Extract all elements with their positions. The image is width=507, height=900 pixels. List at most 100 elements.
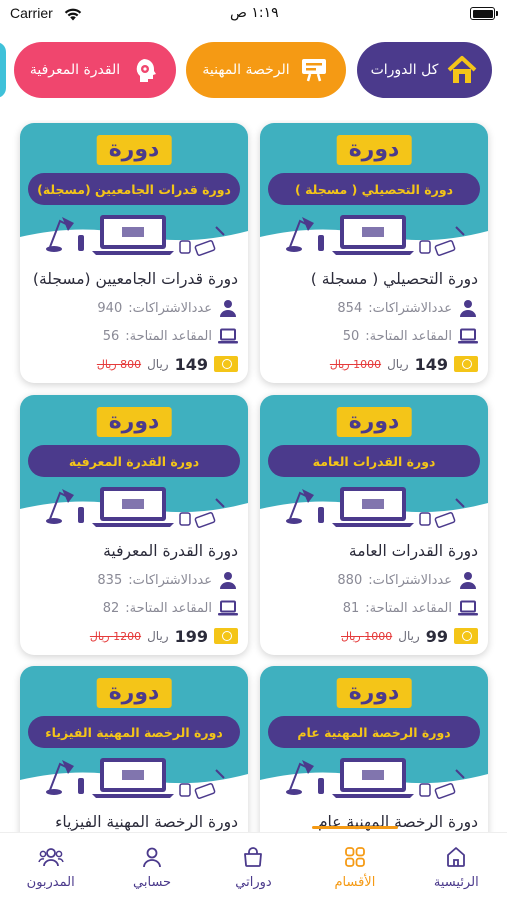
seats-label: المقاعد المتاحة:: [365, 328, 452, 344]
course-badge: دورة: [96, 135, 172, 165]
seats-count: 82: [102, 600, 120, 616]
tab-label: المدربون: [26, 875, 75, 890]
price-original: 1200 ريال: [89, 629, 142, 643]
subscriptions-row: عددالاشتراكات: 880: [270, 568, 478, 592]
bottom-tab-bar: الرئيسية الأقسام دوراتي حسابي المدربون: [0, 826, 507, 900]
seats-label: المقاعد المتاحة:: [125, 328, 212, 344]
laptop-icon: [218, 598, 238, 618]
user-icon: [218, 298, 238, 318]
user-icon: [218, 570, 238, 590]
user-icon: [458, 298, 478, 318]
tab-my-courses[interactable]: دوراتي: [203, 833, 304, 900]
money-icon: [454, 356, 478, 372]
course-badge: دورة: [336, 407, 412, 437]
course-banner: دورة دورة القدرات العامة: [260, 395, 488, 535]
category-professional-license[interactable]: الرخصة المهنية: [186, 42, 346, 98]
category-label: الرخصة المهنية: [202, 62, 290, 78]
price-row: 199 ريال 1200 ريال: [30, 624, 238, 648]
course-card[interactable]: دورة دورة القدرة المعرفية دورة القدرة ال…: [20, 395, 248, 655]
desk-laptop-illustration: [286, 215, 465, 256]
banner-course-title: دورة القدرات العامة: [268, 445, 480, 477]
tab-label: الأقسام: [334, 875, 376, 890]
course-card[interactable]: دورة دورة القدرات العامة دورة القدرات ال…: [260, 395, 488, 655]
subscriptions-count: 880: [337, 572, 363, 588]
subscriptions-label: عددالاشتراكات:: [128, 300, 212, 316]
subscriptions-label: عددالاشتراكات:: [128, 572, 212, 588]
seats-count: 56: [102, 328, 120, 344]
seats-row: المقاعد المتاحة: 50: [270, 324, 478, 348]
laptop-icon: [458, 598, 478, 618]
category-label: كل الدورات: [370, 62, 439, 78]
bag-icon: [240, 845, 266, 869]
course-title: دورة التحصيلي ( مسجلة ): [310, 270, 478, 288]
course-title: دورة القدرة المعرفية: [103, 542, 238, 560]
course-badge: دورة: [336, 678, 412, 708]
subscriptions-count: 835: [97, 572, 123, 588]
tab-home[interactable]: الرئيسية: [406, 833, 507, 900]
banner-course-title: دورة التحصيلي ( مسجلة ): [268, 173, 480, 205]
price-row: 149 ريال 1000 ريال: [270, 352, 478, 376]
price-original: 1000 ريال: [329, 357, 382, 371]
subscriptions-label: عددالاشتراكات:: [368, 572, 452, 588]
desk-laptop-illustration: [46, 758, 225, 799]
course-title: دورة القدرات العامة: [348, 542, 478, 560]
tab-label: دوراتي: [235, 875, 272, 890]
category-cognitive-ability[interactable]: القدرة المعرفية: [14, 42, 176, 98]
course-title: دورة قدرات الجامعيين (مسجلة): [32, 270, 238, 288]
tab-trainers[interactable]: المدربون: [0, 833, 101, 900]
price-current: 199: [174, 626, 208, 646]
tab-account[interactable]: حسابي: [101, 833, 202, 900]
seats-row: المقاعد المتاحة: 81: [270, 596, 478, 620]
home-icon: [443, 845, 469, 869]
course-grid: دورة دورة التحصيلي ( مسجلة ) دورة التحصي…: [0, 120, 507, 832]
clock: ١:١٩ ص: [230, 5, 279, 21]
course-card[interactable]: دورة دورة قدرات الجامعيين (مسجلة) دورة ق…: [20, 123, 248, 383]
category-all-courses[interactable]: كل الدورات: [357, 42, 492, 98]
grid-icon: [342, 845, 368, 869]
seats-count: 50: [342, 328, 360, 344]
wifi-icon: [64, 6, 82, 25]
desk-laptop-illustration: [46, 487, 225, 528]
course-banner: دورة دورة الرخصة المهنية عام: [260, 666, 488, 806]
tab-label: الرئيسية: [433, 875, 479, 890]
category-filter-bar: كل الدورات الرخصة المهنية القدرة المعرفي…: [0, 42, 507, 98]
currency-label: ريال: [147, 357, 169, 371]
subscriptions-count: 940: [97, 300, 123, 316]
banner-course-title: دورة الرخصة المهنية الفيزياء: [28, 716, 240, 748]
subscriptions-row: عددالاشتراكات: 940: [30, 296, 238, 320]
course-badge: دورة: [96, 678, 172, 708]
subscriptions-row: عددالاشتراكات: 835: [30, 568, 238, 592]
subscriptions-label: عددالاشتراكات:: [368, 300, 452, 316]
user-icon: [458, 570, 478, 590]
laptop-icon: [218, 326, 238, 346]
course-card[interactable]: دورة دورة الرخصة المهنية عام دورة الرخصة…: [260, 666, 488, 832]
price-current: 149: [174, 354, 208, 374]
currency-label: ريال: [387, 357, 409, 371]
course-banner: دورة دورة القدرة المعرفية: [20, 395, 248, 535]
banner-course-title: دورة القدرة المعرفية: [28, 445, 240, 477]
laptop-icon: [458, 326, 478, 346]
tab-categories[interactable]: الأقسام: [304, 826, 405, 900]
seats-count: 81: [342, 600, 360, 616]
course-banner: دورة دورة الرخصة المهنية الفيزياء: [20, 666, 248, 806]
category-label: القدرة المعرفية: [29, 62, 121, 78]
course-badge: دورة: [96, 407, 172, 437]
subscriptions-row: عددالاشتراكات: 854: [270, 296, 478, 320]
price-original: 1000 ريال: [341, 629, 393, 643]
course-title: دورة الرخصة المهنية الفيزياء: [55, 813, 238, 831]
price-row: 99 ريال 1000 ريال: [270, 624, 478, 648]
status-bar: Carrier ١:١٩ ص: [0, 0, 507, 30]
seats-row: المقاعد المتاحة: 56: [30, 324, 238, 348]
course-card[interactable]: دورة دورة الرخصة المهنية الفيزياء دورة ا…: [20, 666, 248, 832]
category-partial-pill[interactable]: [0, 42, 6, 98]
battery-icon: [470, 7, 498, 20]
home-icon: [446, 54, 478, 86]
certificate-board-icon: [298, 54, 330, 86]
price-original: 800 ريال: [96, 357, 142, 371]
course-badge: دورة: [336, 135, 412, 165]
seats-label: المقاعد المتاحة:: [365, 600, 452, 616]
seats-label: المقاعد المتاحة:: [125, 600, 212, 616]
course-card[interactable]: دورة دورة التحصيلي ( مسجلة ) دورة التحصي…: [260, 123, 488, 383]
price-current: 149: [414, 354, 448, 374]
users-icon: [37, 845, 64, 869]
